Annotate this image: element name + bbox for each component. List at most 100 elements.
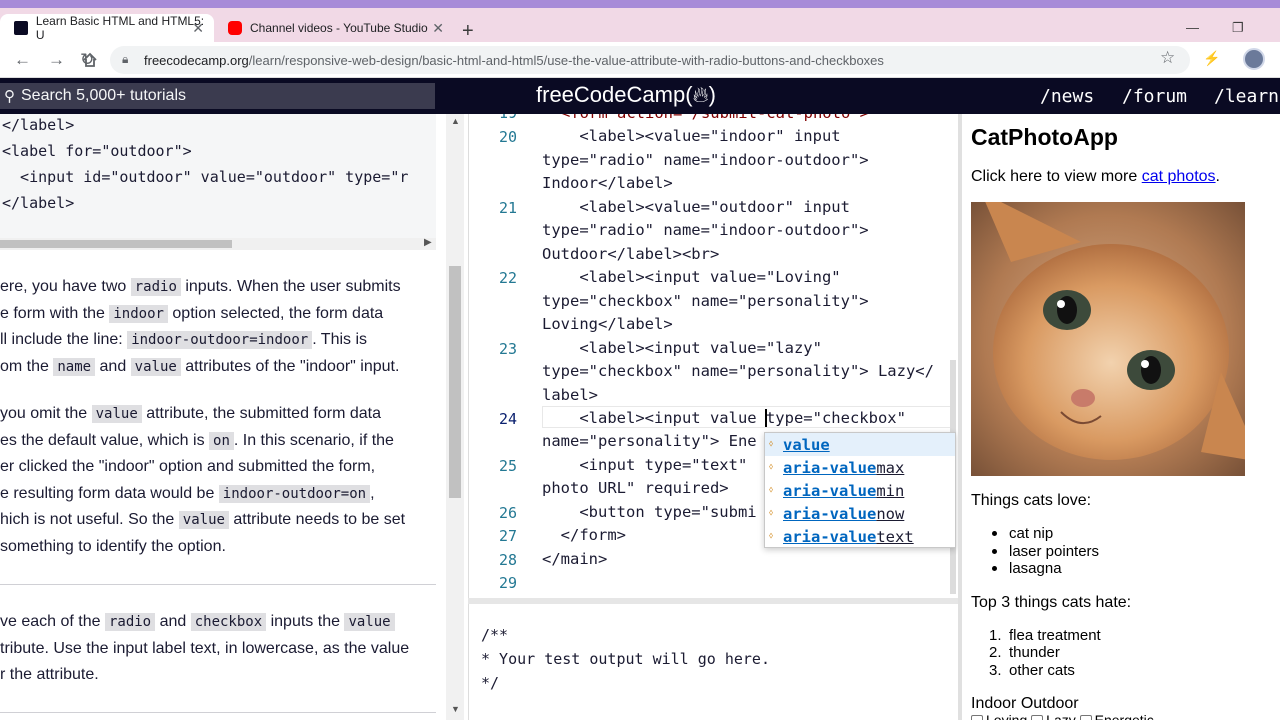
suggestion-value[interactable]: ⬨ value bbox=[765, 433, 955, 456]
code-line-partial: <form action="/submit-cat-photo"> bbox=[561, 114, 869, 122]
back-icon[interactable]: ← bbox=[14, 50, 31, 70]
home-icon[interactable] bbox=[82, 52, 98, 68]
code-line-active: <label><input value type="checkbox" bbox=[542, 409, 906, 427]
property-icon: ⬨ bbox=[769, 485, 774, 495]
search-input[interactable]: ⚲ Search 5,000+ tutorials bbox=[0, 83, 435, 109]
line-number: 28 bbox=[498, 551, 517, 569]
scroll-up-icon[interactable]: ▲ bbox=[451, 116, 460, 126]
scroll-thumb[interactable] bbox=[0, 240, 232, 248]
snippet-line: <input id="outdoor" value="outdoor" type… bbox=[2, 168, 409, 186]
tab-youtube-studio[interactable]: Channel videos - YouTube Studio ✕ bbox=[214, 14, 454, 42]
code-line: type="radio" name="indoor-outdoor"> bbox=[542, 221, 869, 239]
checkbox-energetic[interactable] bbox=[1079, 715, 1092, 720]
code-line: type="radio" name="indoor-outdoor"> bbox=[542, 151, 869, 169]
autocomplete-popup: ⬨ value ⬨ aria-value max ⬨ aria-value min ⬨ ar… bbox=[764, 432, 956, 548]
code-line: type="checkbox" name="personality"> Lazy… bbox=[542, 362, 934, 380]
preview-panel: CatPhotoApp Click here to view more cat … bbox=[962, 114, 1280, 720]
lock-icon: 🔒︎ bbox=[122, 52, 129, 66]
search-icon: ⚲ bbox=[4, 88, 15, 105]
preview-title: CatPhotoApp bbox=[971, 124, 1118, 150]
tab-title: Channel videos - YouTube Studio bbox=[250, 21, 428, 35]
checkbox-lazy[interactable] bbox=[1031, 715, 1044, 720]
list-item: lasagna bbox=[992, 560, 1062, 577]
line-number: 27 bbox=[498, 527, 517, 545]
line-number: 29 bbox=[498, 574, 517, 592]
bookmark-star-icon[interactable]: ☆ bbox=[1160, 48, 1175, 68]
list-item: 3. other cats bbox=[989, 662, 1075, 679]
list-item: 1. flea treatment bbox=[989, 627, 1101, 644]
instructions-scrollbar[interactable]: ▲ ▼ bbox=[446, 114, 464, 720]
property-icon: ⬨ bbox=[769, 439, 774, 449]
address-bar-row: ← → ↻ 🔒︎ freecodecamp.org/learn/responsi… bbox=[0, 42, 1280, 78]
scroll-down-icon[interactable]: ▼ bbox=[451, 704, 460, 714]
code-snippet: </label> <label for="outdoor"> <input id… bbox=[0, 114, 436, 238]
code-line: </main> bbox=[542, 550, 608, 568]
tab-title: Learn Basic HTML and HTML5: U bbox=[35, 14, 205, 42]
url-host: freecodecamp.org bbox=[144, 52, 249, 68]
output-line: * Your test output will go here. bbox=[481, 650, 770, 668]
text-cursor bbox=[765, 409, 767, 427]
fcc-navbar: ⚲ Search 5,000+ tutorials freeCodeCamp(🔥… bbox=[0, 78, 1280, 114]
window-top-strip bbox=[0, 0, 1280, 8]
test-output-panel: /** * Your test output will go here. */ bbox=[468, 604, 958, 720]
code-line: <label><input value="Loving" bbox=[542, 268, 841, 286]
code-line: type="checkbox" name="personality"> bbox=[542, 292, 869, 310]
divider bbox=[0, 584, 436, 585]
line-number: 24 bbox=[498, 410, 517, 428]
property-icon: ⬨ bbox=[769, 462, 774, 472]
restore-window-icon[interactable]: ❐ bbox=[1232, 20, 1244, 36]
nav-link-learn[interactable]: /learn bbox=[1214, 86, 1279, 107]
fcc-favicon-icon bbox=[14, 21, 28, 35]
youtube-favicon-icon bbox=[228, 21, 242, 35]
nav-link-news[interactable]: /news bbox=[1040, 86, 1094, 107]
paragraph-1: ere, you have two radio inputs. When the… bbox=[0, 278, 401, 376]
checkbox-loving[interactable] bbox=[971, 715, 983, 720]
code-line: Loving</label> bbox=[542, 315, 673, 333]
line-number: 19 bbox=[469, 114, 517, 122]
divider bbox=[0, 712, 436, 713]
snippet-line: </label> bbox=[2, 116, 75, 134]
code-line: <label><input value="lazy" bbox=[542, 339, 822, 357]
close-tab-icon[interactable]: ✕ bbox=[432, 20, 444, 37]
paragraph-3: ve each of the radio and checkbox inputs… bbox=[0, 613, 410, 683]
snippet-horizontal-scrollbar[interactable]: ▶ bbox=[0, 237, 436, 250]
flame-icon: (🔥︎) bbox=[685, 82, 716, 107]
fcc-logo[interactable]: freeCodeCamp(🔥︎) bbox=[536, 82, 716, 108]
line-number: 23 bbox=[498, 340, 517, 358]
radio-labels: Indoor Outdoor bbox=[971, 695, 1079, 712]
scroll-right-icon[interactable]: ▶ bbox=[424, 237, 432, 248]
minimize-window-icon[interactable]: — bbox=[1186, 20, 1199, 35]
line-number: 26 bbox=[498, 504, 517, 522]
close-tab-icon[interactable]: ✕ bbox=[192, 20, 204, 37]
loves-heading: Things cats love: bbox=[971, 492, 1092, 509]
profile-avatar[interactable] bbox=[1243, 48, 1265, 70]
code-line: name="personality"> Ene bbox=[542, 432, 757, 450]
code-line: Outdoor</label><br> bbox=[542, 245, 720, 263]
new-tab-button[interactable]: + bbox=[462, 20, 474, 43]
code-line: </form> bbox=[542, 526, 626, 544]
code-line: <button type="submi bbox=[542, 503, 757, 521]
checkbox-row: Loving Lazy Energetic bbox=[971, 712, 1154, 720]
hates-heading: Top 3 things cats hate: bbox=[971, 594, 1132, 611]
forward-icon[interactable]: → bbox=[48, 50, 65, 70]
scroll-thumb[interactable] bbox=[449, 266, 461, 498]
suggestion-aria-valuemin[interactable]: ⬨ aria-value min bbox=[765, 479, 955, 502]
property-icon: ⬨ bbox=[769, 531, 774, 541]
suggestion-aria-valuenow[interactable]: ⬨ aria-value now bbox=[765, 502, 955, 525]
cat-photos-link[interactable]: cat photos bbox=[1142, 168, 1216, 185]
suggestion-aria-valuemax[interactable]: ⬨ aria-value max bbox=[765, 456, 955, 479]
tab-bar: Learn Basic HTML and HTML5: U ✕ Channel … bbox=[0, 8, 1280, 42]
nav-link-forum[interactable]: /forum bbox=[1122, 86, 1187, 107]
url-path: /learn/responsive-web-design/basic-html-… bbox=[248, 52, 884, 68]
suggestion-aria-valuetext[interactable]: ⬨ aria-value text bbox=[765, 525, 955, 548]
line-number: 20 bbox=[498, 128, 517, 146]
url-field[interactable]: 🔒︎ freecodecamp.org/learn/responsive-web… bbox=[110, 46, 1190, 74]
tab-fcc-lesson[interactable]: Learn Basic HTML and HTML5: U ✕ bbox=[0, 14, 214, 42]
extension-icon[interactable]: ⚡ bbox=[1203, 50, 1220, 67]
list-item: laser pointers bbox=[992, 543, 1099, 560]
code-line: <label><value="indoor" input bbox=[542, 127, 841, 145]
cat-photo[interactable] bbox=[971, 202, 1245, 476]
snippet-line: </label> bbox=[2, 194, 75, 212]
code-line: Indoor</label> bbox=[542, 174, 673, 192]
code-line: photo URL" required> bbox=[542, 479, 729, 497]
